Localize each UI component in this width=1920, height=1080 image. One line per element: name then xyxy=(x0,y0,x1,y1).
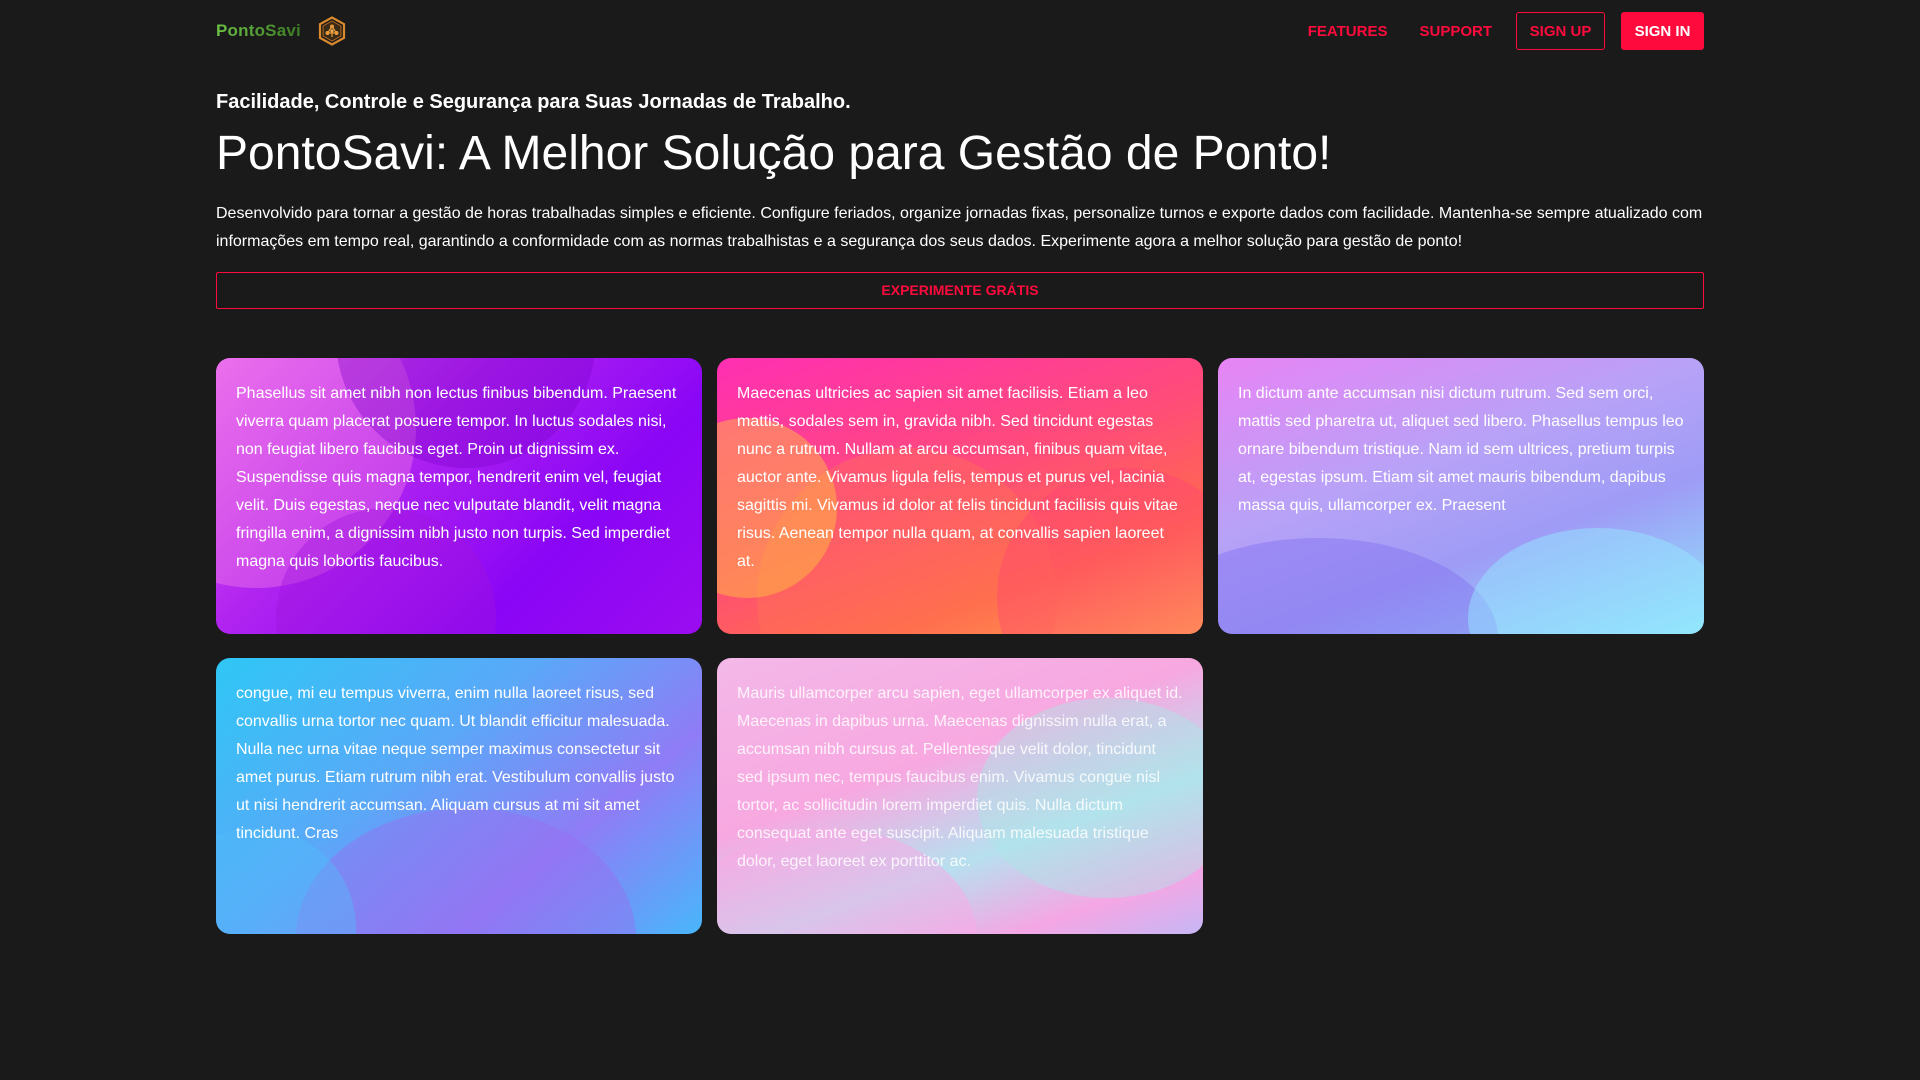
sign-in-button[interactable]: SIGN IN xyxy=(1621,12,1704,50)
card-text: congue, mi eu tempus viverra, enim nulla… xyxy=(236,684,675,842)
nav-links: FEATURES SUPPORT SIGN UP SIGN IN xyxy=(1292,12,1704,50)
navbar: PontoSavi FEATURES SUPPORT SIGN UP SIGN … xyxy=(216,0,1704,62)
feature-cards: Phasellus sit amet nibh non lectus finib… xyxy=(216,357,1704,934)
try-free-button[interactable]: EXPERIMENTE GRÁTIS xyxy=(216,271,1704,309)
hero-title: PontoSavi: A Melhor Solução para Gestão … xyxy=(216,127,1332,180)
hero-subtitle: Facilidade, Controle e Segurança para Su… xyxy=(216,91,851,113)
nav-link-features[interactable]: FEATURES xyxy=(1292,23,1404,40)
feature-card: Mauris ullamcorper arcu sapien, eget ull… xyxy=(717,657,1203,934)
card-decoration xyxy=(1218,537,1498,634)
sign-up-button[interactable]: SIGN UP xyxy=(1516,12,1605,50)
card-text: Mauris ullamcorper arcu sapien, eget ull… xyxy=(737,684,1183,870)
card-text: Phasellus sit amet nibh non lectus finib… xyxy=(236,384,677,570)
feature-card: congue, mi eu tempus viverra, enim nulla… xyxy=(216,657,702,934)
nav-link-support[interactable]: SUPPORT xyxy=(1403,23,1508,40)
hexagon-network-logo-icon xyxy=(317,16,347,46)
card-text: Maecenas ultricies ac sapien sit amet fa… xyxy=(737,384,1178,570)
hero-description: Desenvolvido para tornar a gestão de hor… xyxy=(216,204,1703,250)
card-decoration xyxy=(1468,527,1704,634)
feature-card: Maecenas ultricies ac sapien sit amet fa… xyxy=(717,357,1203,634)
card-text: In dictum ante accumsan nisi dictum rutr… xyxy=(1238,384,1684,514)
page-container: PontoSavi FEATURES SUPPORT SIGN UP SIGN … xyxy=(216,0,1704,934)
feature-card: Phasellus sit amet nibh non lectus finib… xyxy=(216,357,702,634)
brand-name[interactable]: PontoSavi xyxy=(216,21,301,41)
brand[interactable]: PontoSavi xyxy=(216,16,347,46)
feature-card: In dictum ante accumsan nisi dictum rutr… xyxy=(1218,357,1704,634)
